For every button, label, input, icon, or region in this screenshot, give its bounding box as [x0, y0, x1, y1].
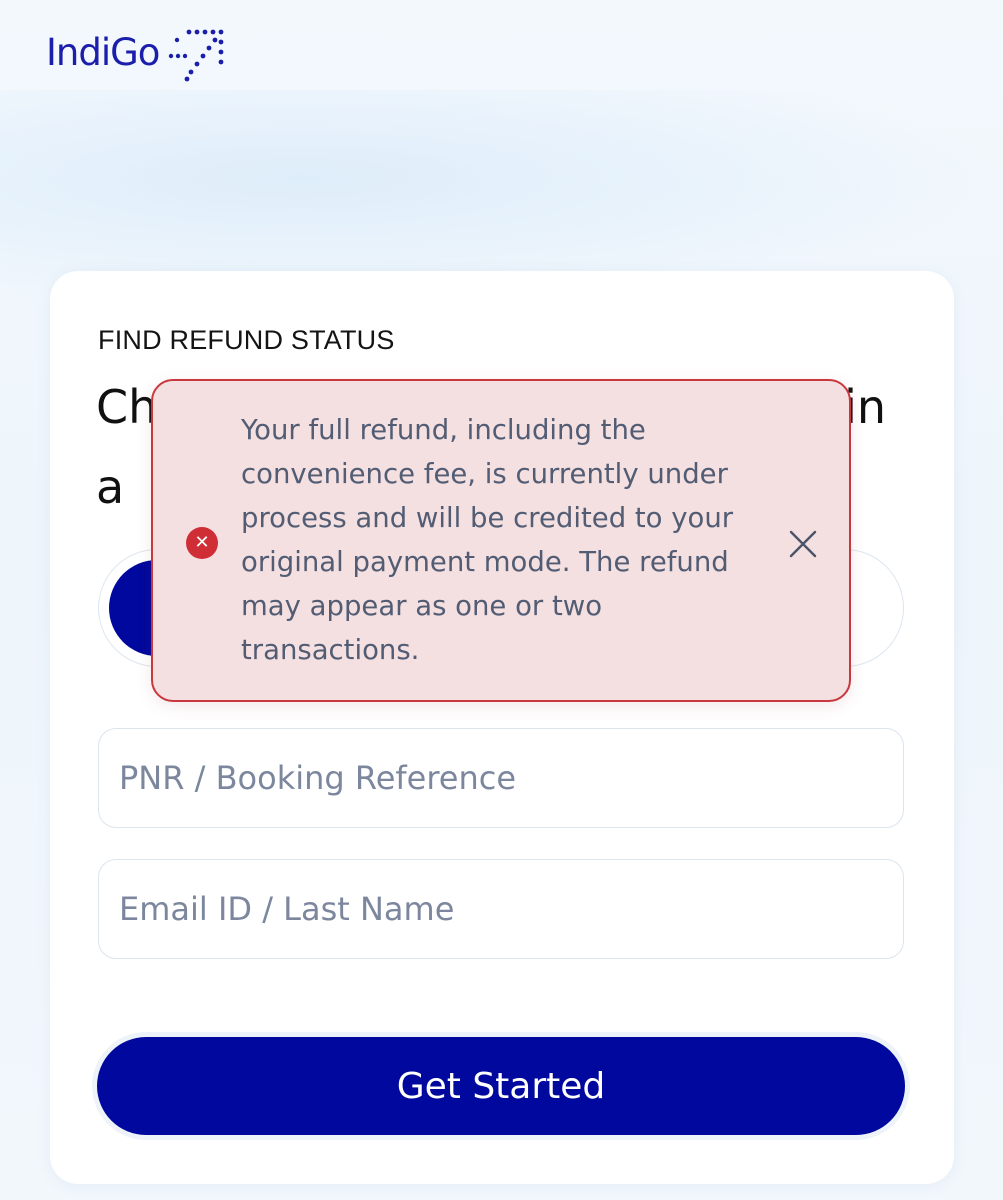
plane-dots-icon: [169, 29, 224, 82]
error-x-icon: ✕: [186, 527, 218, 559]
heading-line2-start: a: [96, 460, 125, 514]
pnr-input[interactable]: [98, 728, 904, 828]
toast-message: Your full refund, including the convenie…: [241, 414, 734, 666]
refund-toast: ✕ Your full refund, including the conven…: [151, 379, 851, 702]
email-lastname-input[interactable]: [98, 859, 904, 959]
heading-line1-start: Ch: [96, 380, 158, 434]
logo-text: IndiGo: [46, 31, 160, 74]
indigo-logo[interactable]: IndiGo: [46, 24, 231, 82]
section-eyebrow: FIND REFUND STATUS: [98, 325, 395, 355]
get-started-button[interactable]: Get Started: [97, 1037, 905, 1135]
close-icon[interactable]: [785, 526, 821, 562]
